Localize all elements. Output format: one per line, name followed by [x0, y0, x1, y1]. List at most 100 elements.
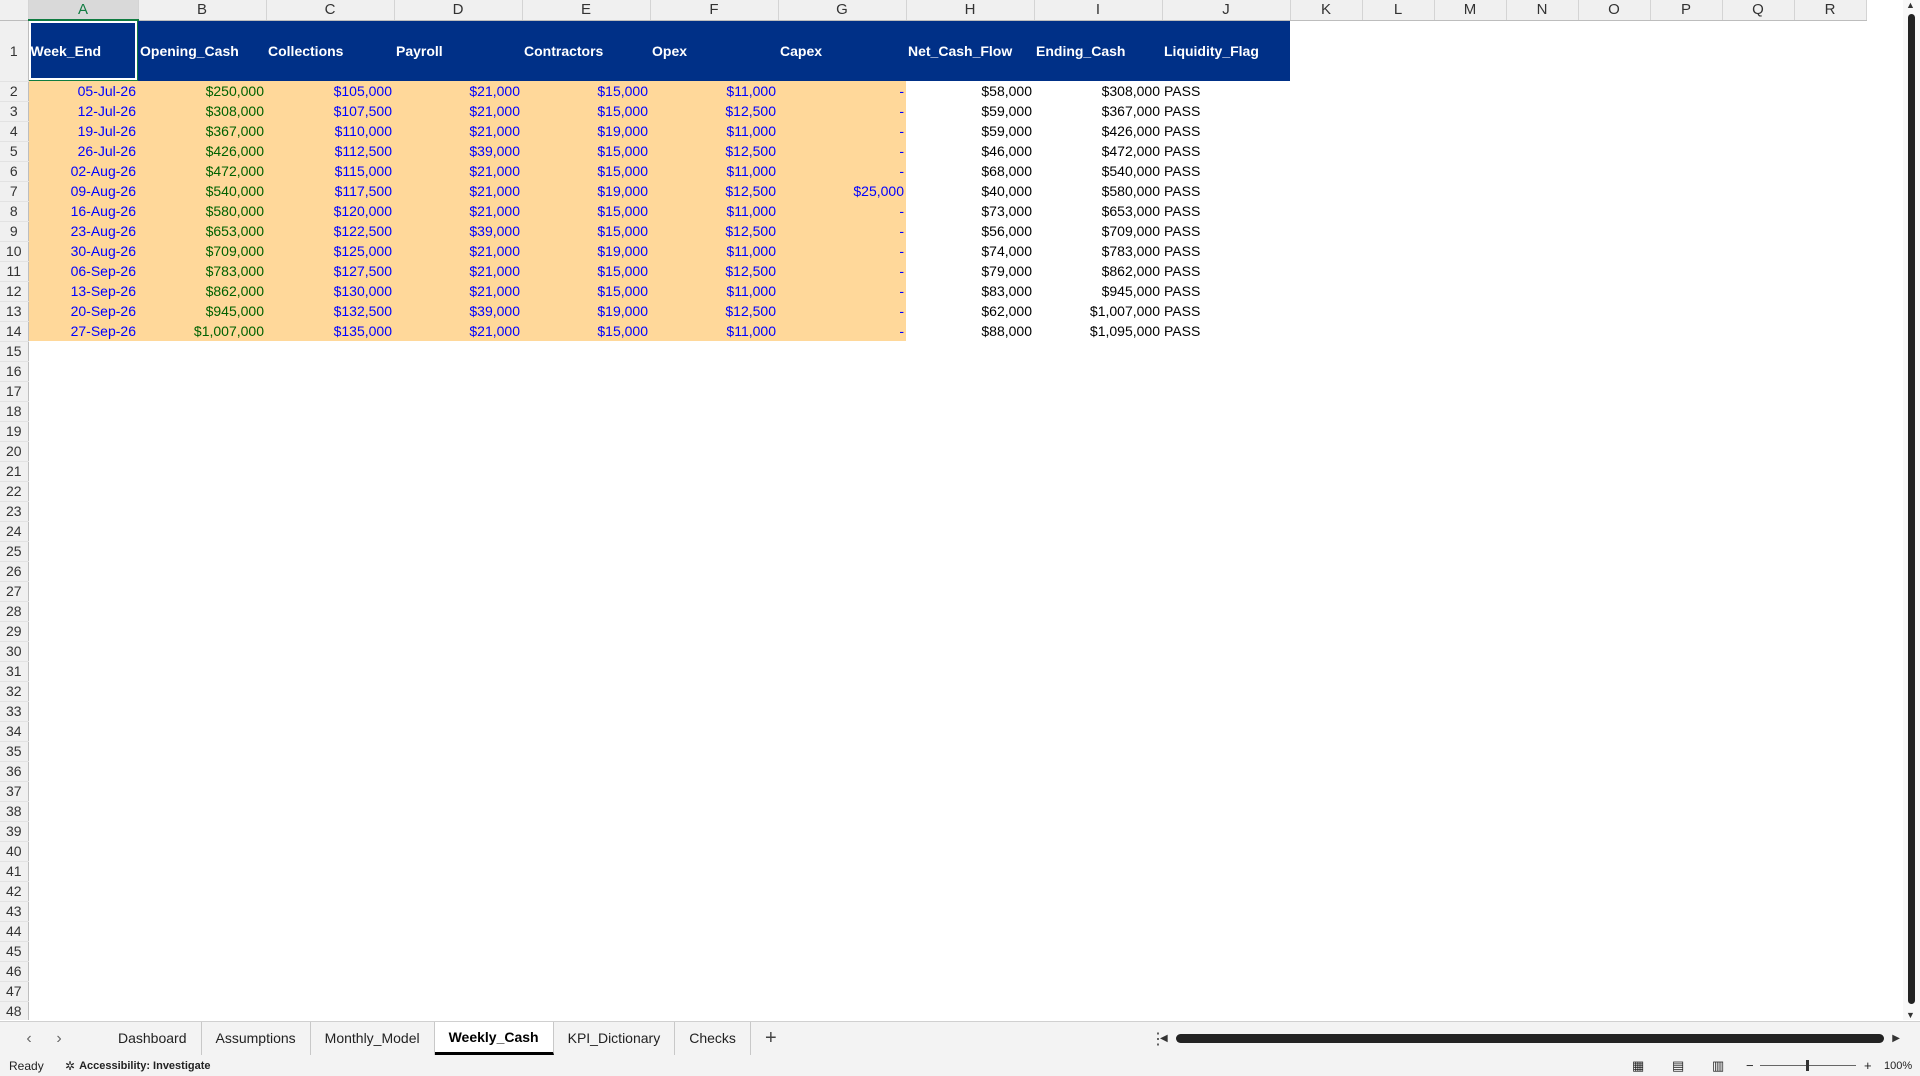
- empty-cell[interactable]: [906, 681, 1034, 701]
- cell-d9[interactable]: $39,000: [394, 221, 522, 241]
- empty-cell[interactable]: [1434, 361, 1506, 381]
- empty-cell[interactable]: [1434, 461, 1506, 481]
- cell-j5[interactable]: PASS: [1162, 141, 1290, 161]
- empty-cell[interactable]: [138, 461, 266, 481]
- cell-g10[interactable]: -: [778, 241, 906, 261]
- empty-cell[interactable]: [1650, 641, 1722, 661]
- empty-cell[interactable]: [1722, 461, 1794, 481]
- empty-cell[interactable]: [1034, 801, 1162, 821]
- empty-cell[interactable]: [394, 681, 522, 701]
- empty-cell[interactable]: [1794, 701, 1866, 721]
- empty-cell[interactable]: [1434, 761, 1506, 781]
- empty-cell[interactable]: [1034, 841, 1162, 861]
- cell-e3[interactable]: $15,000: [522, 101, 650, 121]
- empty-cell[interactable]: [906, 381, 1034, 401]
- empty-cell[interactable]: [394, 801, 522, 821]
- empty-cell[interactable]: [1434, 641, 1506, 661]
- empty-cell[interactable]: [1506, 301, 1578, 321]
- empty-cell[interactable]: [1506, 221, 1578, 241]
- empty-cell[interactable]: [522, 861, 650, 881]
- empty-cell[interactable]: [778, 381, 906, 401]
- column-header-r[interactable]: R: [1794, 0, 1867, 21]
- row-header-9[interactable]: 9: [0, 221, 29, 242]
- cell-a12[interactable]: 13-Sep-26: [28, 281, 138, 301]
- empty-cell[interactable]: [28, 581, 138, 601]
- empty-cell[interactable]: [1722, 1001, 1794, 1020]
- empty-cell[interactable]: [266, 781, 394, 801]
- empty-cell[interactable]: [1506, 621, 1578, 641]
- cell-j12[interactable]: PASS: [1162, 281, 1290, 301]
- empty-cell[interactable]: [522, 761, 650, 781]
- empty-cell[interactable]: [1722, 221, 1794, 241]
- empty-cell[interactable]: [1722, 801, 1794, 821]
- empty-cell[interactable]: [1722, 381, 1794, 401]
- empty-cell[interactable]: [1290, 641, 1362, 661]
- empty-cell[interactable]: [1650, 121, 1722, 141]
- empty-cell[interactable]: [1506, 881, 1578, 901]
- empty-cell[interactable]: [1506, 141, 1578, 161]
- empty-cell[interactable]: [778, 461, 906, 481]
- empty-cell[interactable]: [1362, 281, 1434, 301]
- empty-cell[interactable]: [522, 461, 650, 481]
- empty-cell[interactable]: [394, 521, 522, 541]
- chevron-right-icon[interactable]: ›: [44, 1030, 74, 1048]
- empty-cell[interactable]: [1434, 81, 1506, 101]
- cell-b3[interactable]: $308,000: [138, 101, 266, 121]
- cell-f14[interactable]: $11,000: [650, 321, 778, 341]
- cell-i8[interactable]: $653,000: [1034, 201, 1162, 221]
- cell-d4[interactable]: $21,000: [394, 121, 522, 141]
- empty-cell[interactable]: [1578, 901, 1650, 921]
- empty-cell[interactable]: [1794, 541, 1866, 561]
- empty-cell[interactable]: [1794, 301, 1866, 321]
- empty-cell[interactable]: [1162, 621, 1290, 641]
- empty-cell[interactable]: [266, 801, 394, 821]
- empty-cell[interactable]: [1794, 901, 1866, 921]
- empty-cell[interactable]: [266, 341, 394, 361]
- empty-cell[interactable]: [394, 821, 522, 841]
- header-cell-opening-cash[interactable]: Opening_Cash: [138, 20, 266, 81]
- header-cell-liquidity-flag[interactable]: Liquidity_Flag: [1162, 20, 1290, 81]
- empty-cell[interactable]: [778, 661, 906, 681]
- empty-cell[interactable]: [1794, 881, 1866, 901]
- cell-c2[interactable]: $105,000: [266, 81, 394, 101]
- empty-cell[interactable]: [1506, 501, 1578, 521]
- empty-cell[interactable]: [138, 361, 266, 381]
- cell-c5[interactable]: $112,500: [266, 141, 394, 161]
- empty-cell[interactable]: [394, 1001, 522, 1020]
- empty-cell[interactable]: [650, 621, 778, 641]
- empty-cell[interactable]: [1722, 881, 1794, 901]
- cell-d3[interactable]: $21,000: [394, 101, 522, 121]
- empty-cell[interactable]: [28, 481, 138, 501]
- row-header-23[interactable]: 23: [0, 501, 29, 522]
- cell-i14[interactable]: $1,095,000: [1034, 321, 1162, 341]
- empty-cell[interactable]: [1578, 141, 1650, 161]
- empty-cell[interactable]: [1290, 341, 1362, 361]
- empty-cell[interactable]: [1290, 361, 1362, 381]
- empty-cell[interactable]: [522, 601, 650, 621]
- row-header-21[interactable]: 21: [0, 461, 29, 482]
- empty-cell[interactable]: [1162, 781, 1290, 801]
- empty-cell[interactable]: [1034, 641, 1162, 661]
- empty-cell[interactable]: [1650, 921, 1722, 941]
- column-header-n[interactable]: N: [1506, 0, 1579, 21]
- empty-cell[interactable]: [1506, 20, 1578, 81]
- empty-cell[interactable]: [1362, 421, 1434, 441]
- empty-cell[interactable]: [28, 401, 138, 421]
- empty-cell[interactable]: [394, 641, 522, 661]
- empty-cell[interactable]: [650, 541, 778, 561]
- empty-cell[interactable]: [1034, 581, 1162, 601]
- empty-cell[interactable]: [1722, 701, 1794, 721]
- empty-cell[interactable]: [394, 881, 522, 901]
- row-header-30[interactable]: 30: [0, 641, 29, 662]
- empty-cell[interactable]: [522, 681, 650, 701]
- empty-cell[interactable]: [266, 821, 394, 841]
- empty-cell[interactable]: [394, 701, 522, 721]
- scroll-right-icon[interactable]: ▶: [1892, 1033, 1900, 1044]
- empty-cell[interactable]: [1290, 241, 1362, 261]
- empty-cell[interactable]: [1434, 941, 1506, 961]
- empty-cell[interactable]: [1362, 341, 1434, 361]
- empty-cell[interactable]: [1290, 761, 1362, 781]
- empty-cell[interactable]: [1506, 81, 1578, 101]
- empty-cell[interactable]: [1434, 20, 1506, 81]
- cell-f2[interactable]: $11,000: [650, 81, 778, 101]
